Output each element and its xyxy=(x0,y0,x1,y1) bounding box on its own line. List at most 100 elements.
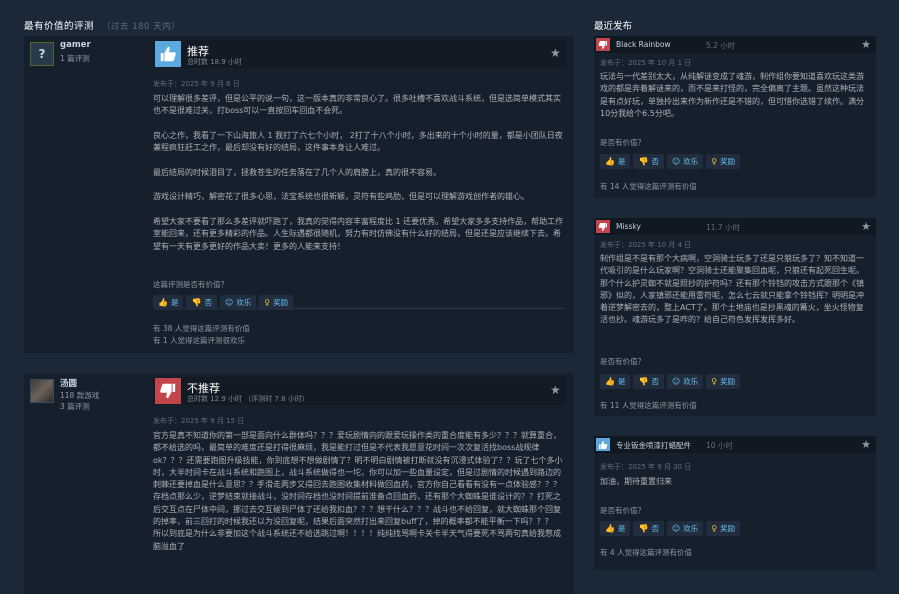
recent-review-body: 玩法与一代差别太大，从纯解谜变成了魂游，制作组你要知道喜欢玩这类游戏的都是奔着解… xyxy=(600,72,864,118)
thumbs-down-icon: 👎 xyxy=(638,157,649,166)
recent-author-name[interactable]: Missky xyxy=(616,222,641,231)
thumbs-up-icon: 👍 xyxy=(605,157,615,166)
vote-no-button[interactable]: 👎 否 xyxy=(633,374,664,389)
helpful-count: 有 38 人觉得这篇评测有价值 xyxy=(153,324,250,333)
vote-funny-label: 欢乐 xyxy=(683,524,699,533)
vote-no-label: 否 xyxy=(651,524,659,533)
vote-no-button[interactable]: 👎 否 xyxy=(186,295,217,310)
thumbs-up-icon: 👍 xyxy=(158,298,168,307)
thumbs-up-icon xyxy=(596,438,610,451)
award-button[interactable]: ♀ 奖励 xyxy=(706,154,741,169)
award-icon: ♀ xyxy=(711,377,718,386)
review-author-panel: ? gamer 1 篇评测 xyxy=(24,36,149,353)
recent-hours: 10 小时 xyxy=(706,441,733,450)
vote-yes-label: 是 xyxy=(617,377,626,386)
award-icon: ♀ xyxy=(711,157,718,166)
vote-funny-button[interactable]: ☺ 欢乐 xyxy=(666,521,704,536)
helpful-count: 有 4 人觉得这篇评测有价值 xyxy=(600,548,693,557)
vote-header[interactable]: 推荐 总时数 18.9 小时 ★ xyxy=(153,40,566,68)
award-icon: ♀ xyxy=(711,524,718,533)
award-star-icon[interactable]: ★ xyxy=(861,220,871,233)
thumbs-down-icon xyxy=(596,220,610,233)
vote-no-button[interactable]: 👎 否 xyxy=(633,154,664,169)
review-card: ? gamer 1 篇评测 推荐 总时数 18.9 小时 ★ 发布于：2025 … xyxy=(24,36,574,353)
recent-author-name[interactable]: Black Rainbow xyxy=(616,40,671,49)
thumbs-down-icon: 👎 xyxy=(638,377,649,386)
thumbs-up-icon: 👍 xyxy=(605,524,615,533)
helpful-question: 是否有价值？ xyxy=(600,506,645,515)
vote-buttons: 👍 是 👎 否 ☺ 欢乐 ♀ 奖励 xyxy=(600,374,741,389)
recent-review-body: 加油，期待重置归来 xyxy=(600,477,672,486)
award-label: 奖励 xyxy=(720,524,736,533)
author-name[interactable]: 汤圆 xyxy=(60,377,77,389)
helpful-count: 有 11 人觉得这篇评测有价值 xyxy=(600,401,697,410)
author-stats[interactable]: 1 篇评测 xyxy=(60,53,90,64)
section-title-text: 最有价值的评测 xyxy=(24,21,95,32)
vote-yes-label: 是 xyxy=(617,157,626,166)
vote-no-label: 否 xyxy=(204,298,212,307)
author-stats[interactable]: 118 款游戏 3 篇评测 xyxy=(60,390,99,412)
award-star-icon[interactable]: ★ xyxy=(861,438,871,451)
award-label: 奖励 xyxy=(720,377,736,386)
vote-funny-label: 欢乐 xyxy=(236,298,252,307)
recent-posted-date: 发布于：2025 年 10 月 4 日 xyxy=(600,241,692,249)
recent-review-card: Missky 11.7 小时 ★ 发布于：2025 年 10 月 4 日 制作组… xyxy=(594,218,876,416)
award-label: 奖励 xyxy=(720,157,736,166)
recent-review-header[interactable]: 专业钣金喷漆打蜡配件 10 小时 ★ xyxy=(594,436,876,453)
award-star-icon[interactable]: ★ xyxy=(550,47,562,59)
recent-posted-date: 发布于：2025 年 10 月 1 日 xyxy=(600,59,692,67)
vote-funny-button[interactable]: ☺ 欢乐 xyxy=(666,154,704,169)
recent-author-name[interactable]: 专业钣金喷漆打蜡配件 xyxy=(616,440,691,451)
award-button[interactable]: ♀ 奖励 xyxy=(706,521,741,536)
avatar[interactable]: ? xyxy=(30,42,54,66)
award-button[interactable]: ♀ 奖励 xyxy=(706,374,741,389)
award-star-icon[interactable]: ★ xyxy=(550,384,562,396)
vote-yes-button[interactable]: 👍 是 xyxy=(600,521,631,536)
vote-funny-label: 欢乐 xyxy=(683,157,699,166)
award-label: 奖励 xyxy=(273,298,289,307)
posted-date: 发布于：2025 年 9 月 15 日 xyxy=(153,417,245,425)
smiley-icon: ☺ xyxy=(224,298,234,307)
posted-date: 发布于：2025 年 9 月 6 日 xyxy=(153,80,240,88)
vote-yes-button[interactable]: 👍 是 xyxy=(600,374,631,389)
award-star-icon[interactable]: ★ xyxy=(861,38,871,51)
vote-buttons: 👍 是 👎 否 ☺ 欢乐 ♀ 奖励 xyxy=(153,295,294,310)
vote-yes-button[interactable]: 👍 是 xyxy=(153,295,184,310)
vote-header[interactable]: 不推荐 总时数 12.9 小时 （评测时 7.8 小时） ★ xyxy=(153,377,566,405)
vote-yes-label: 是 xyxy=(617,524,626,533)
hours-played: 总时数 12.9 小时 （评测时 7.8 小时） xyxy=(187,395,309,403)
smiley-icon: ☺ xyxy=(671,524,681,533)
award-icon: ♀ xyxy=(264,298,271,307)
section-title: 最有价值的评测 （过去 180 天内） xyxy=(24,18,572,32)
vote-buttons: 👍 是 👎 否 ☺ 欢乐 ♀ 奖励 xyxy=(600,154,741,169)
helpful-question: 是否有价值？ xyxy=(600,138,645,147)
vote-funny-label: 欢乐 xyxy=(683,377,699,386)
review-card: 汤圆 118 款游戏 3 篇评测 不推荐 总时数 12.9 小时 （评测时 7.… xyxy=(24,373,574,594)
vote-yes-label: 是 xyxy=(170,298,179,307)
vote-no-button[interactable]: 👎 否 xyxy=(633,521,664,536)
recent-hours: 11.7 小时 xyxy=(706,223,741,232)
recent-review-card: Black Rainbow 5.2 小时 ★ 发布于：2025 年 10 月 1… xyxy=(594,36,876,198)
funny-count: 有 1 人觉得这篇评测很欢乐 xyxy=(153,336,246,345)
award-button[interactable]: ♀ 奖励 xyxy=(259,295,294,310)
review-body: 官方是真不知道你的第一部是面向什么群体吗？？？爱玩剧情向的跟爱玩操作类的重合度能… xyxy=(153,431,563,551)
review-body: 可以理解很多差评，但是公平的说一句，这一版本真的非常良心了。很多吐槽不喜欢战斗系… xyxy=(153,94,564,251)
thumbs-down-icon: 👎 xyxy=(191,298,202,307)
vote-yes-button[interactable]: 👍 是 xyxy=(600,154,631,169)
helpful-question: 这篇评测是否有价值？ xyxy=(153,280,228,289)
vote-no-label: 否 xyxy=(651,157,659,166)
vote-funny-button[interactable]: ☺ 欢乐 xyxy=(666,374,704,389)
thumbs-up-icon: 👍 xyxy=(605,377,615,386)
smiley-icon: ☺ xyxy=(671,157,681,166)
thumbs-up-icon xyxy=(155,41,181,67)
helpful-count: 有 14 人觉得这篇评测有价值 xyxy=(600,182,697,191)
vote-buttons: 👍 是 👎 否 ☺ 欢乐 ♀ 奖励 xyxy=(600,521,741,536)
helpful-question: 是否有价值？ xyxy=(600,357,645,366)
recent-review-body: 制作组是不是有那个大病啊，空洞骑士玩多了还是只狼玩多了？知不知道一代吸引的是什么… xyxy=(600,254,864,325)
recent-review-header[interactable]: Missky 11.7 小时 ★ xyxy=(594,218,876,235)
vote-funny-button[interactable]: ☺ 欢乐 xyxy=(219,295,257,310)
avatar[interactable] xyxy=(30,379,54,403)
author-name[interactable]: gamer xyxy=(60,40,91,50)
recent-review-header[interactable]: Black Rainbow 5.2 小时 ★ xyxy=(594,36,876,53)
recent-hours: 5.2 小时 xyxy=(706,41,736,50)
